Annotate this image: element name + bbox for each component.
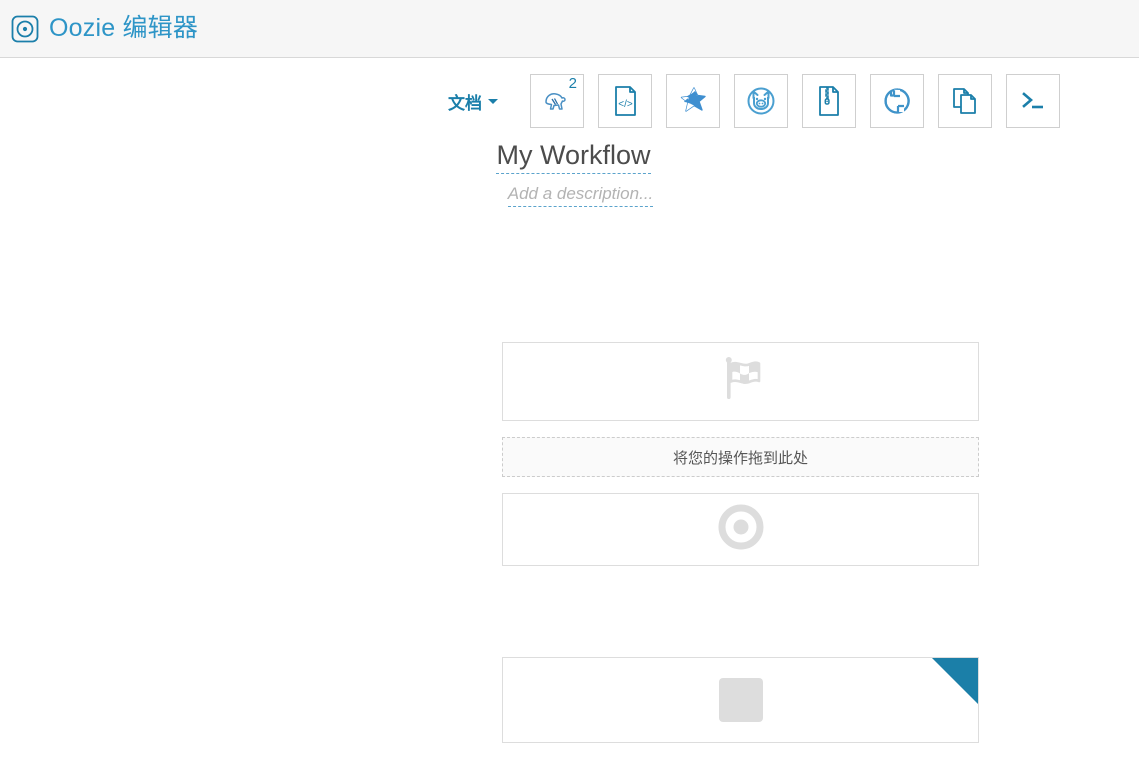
- workflow-title-area: My Workflow: [0, 141, 1139, 175]
- app-title: Oozie 编辑器: [49, 14, 199, 42]
- documents-dropdown[interactable]: 文档: [448, 89, 498, 114]
- pig-face-icon: [747, 87, 775, 115]
- spark-star-icon: [680, 87, 706, 112]
- bullseye-target-icon: [717, 503, 765, 556]
- checkered-flag-icon: [715, 353, 767, 410]
- end-node[interactable]: [502, 493, 979, 566]
- app-header: Oozie 编辑器: [0, 0, 1139, 58]
- workflow-description-area: Add a description...: [0, 185, 1139, 208]
- terminal-prompt-icon: [1022, 92, 1043, 109]
- chevron-down-icon: [488, 98, 498, 104]
- start-node[interactable]: [502, 342, 979, 421]
- hive-elephant-icon: [545, 93, 566, 110]
- circle-arrow-icon: [884, 88, 910, 114]
- action-drop-zone-label: 将您的操作拖到此处: [672, 449, 808, 467]
- action-toolbar: 文档 2 </>: [0, 73, 1139, 129]
- workflow-name[interactable]: My Workflow: [496, 141, 651, 175]
- action-node[interactable]: [502, 657, 979, 743]
- sqoop-action-button[interactable]: [870, 74, 924, 128]
- target-circle-icon: [10, 14, 40, 44]
- workflow-description[interactable]: Add a description...: [507, 185, 654, 208]
- fs-action-button[interactable]: [938, 74, 992, 128]
- action-settings-corner[interactable]: [932, 658, 978, 704]
- xml-document-icon: </>: [615, 86, 636, 116]
- jar-action-button[interactable]: [802, 74, 856, 128]
- shell-action-button[interactable]: [1006, 74, 1060, 128]
- spark-action-button[interactable]: [666, 74, 720, 128]
- svg-text:</>: </>: [618, 99, 633, 110]
- pig-action-button[interactable]: [734, 74, 788, 128]
- copy-files-icon: [953, 88, 976, 114]
- action-drop-zone[interactable]: 将您的操作拖到此处: [502, 437, 979, 477]
- action-placeholder-icon: [718, 678, 763, 722]
- hive-action-badge: 2: [568, 75, 577, 92]
- hive-action-button[interactable]: 2: [530, 74, 584, 128]
- documents-dropdown-label: 文档: [448, 93, 482, 113]
- zip-file-icon: [819, 86, 839, 116]
- xml-action-button[interactable]: </>: [598, 74, 652, 128]
- workflow-graph: 将您的操作拖到此处: [502, 342, 979, 566]
